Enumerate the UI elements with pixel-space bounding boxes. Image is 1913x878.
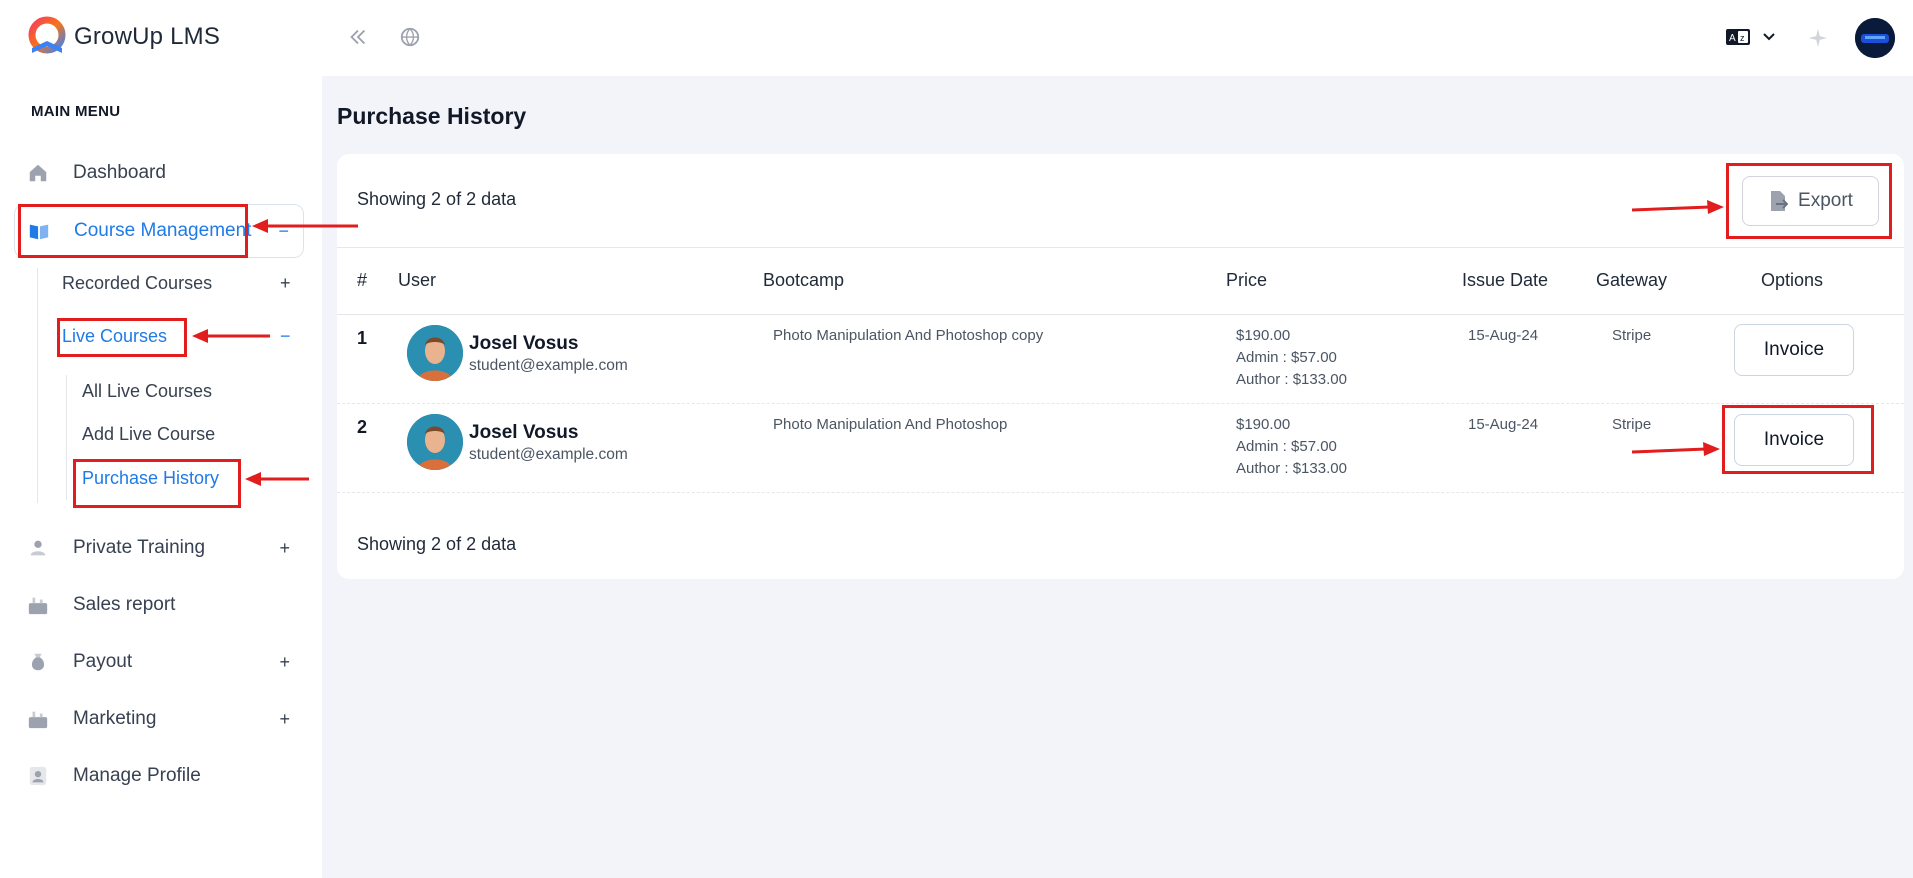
sidebar-item-label: Sales report: [73, 594, 176, 615]
col-header-options: Options: [1761, 270, 1824, 290]
expand-icon[interactable]: +: [279, 652, 290, 673]
sidebar-item-payout[interactable]: Payout +: [14, 639, 304, 685]
collapse-icon[interactable]: −: [280, 326, 291, 347]
price-admin: Admin : $57.00: [1236, 438, 1337, 455]
issue-date: 15-Aug-24: [1468, 327, 1539, 344]
user-avatar: [407, 325, 463, 381]
highlight-box: [1726, 163, 1892, 239]
sidebar-item-add-live-course[interactable]: Add Live Course: [82, 424, 215, 445]
users-icon: [26, 536, 50, 560]
user-name: Josel Vosus: [469, 422, 579, 443]
sidebar-item-label: Manage Profile: [73, 765, 201, 786]
arrow-icon: [1631, 200, 1724, 214]
profile-icon: [26, 764, 50, 788]
col-header-num: #: [357, 270, 368, 290]
globe-icon[interactable]: [399, 26, 421, 53]
svg-text:z: z: [1740, 33, 1745, 43]
user-avatar: [407, 414, 463, 470]
gateway: Stripe: [1612, 416, 1652, 433]
sidebar-item-dashboard[interactable]: Dashboard: [14, 150, 304, 196]
submenu-divider: [66, 375, 67, 500]
col-header-issue-date: Issue Date: [1462, 270, 1549, 290]
top-bar: Az: [322, 0, 1913, 76]
col-header-user: User: [398, 270, 437, 290]
highlight-box: [57, 318, 187, 357]
sidebar-item-manage-profile[interactable]: Manage Profile: [14, 753, 304, 799]
language-icon[interactable]: Az: [1725, 27, 1751, 52]
user-email: student@example.com: [469, 357, 628, 374]
page-title: Purchase History: [337, 103, 527, 129]
showing-count-bottom: Showing 2 of 2 data: [357, 534, 517, 554]
price-author: Author : $133.00: [1236, 371, 1347, 388]
invoice-button[interactable]: Invoice: [1734, 324, 1854, 376]
expand-icon[interactable]: +: [279, 538, 290, 559]
sidebar-item-label: Private Training: [73, 537, 206, 558]
app-name: GrowUp LMS: [74, 23, 221, 50]
highlight-box: [18, 204, 248, 258]
table-header-divider: [337, 314, 1904, 315]
logo-icon: [24, 14, 70, 60]
sidebar-item-marketing[interactable]: Marketing +: [14, 696, 304, 742]
user-email: student@example.com: [469, 446, 628, 463]
price-author: Author : $133.00: [1236, 460, 1347, 477]
row-number: 1: [357, 328, 368, 348]
user-name: Josel Vosus: [469, 333, 579, 354]
arrow-icon: [1631, 442, 1720, 456]
sidebar-item-recorded-courses[interactable]: Recorded Courses: [62, 273, 212, 294]
bootcamp-name: Photo Manipulation And Photoshop: [773, 416, 1008, 433]
price-total: $190.00: [1236, 327, 1291, 344]
avatar[interactable]: [1855, 18, 1895, 58]
sidebar-item-label: Marketing: [73, 708, 157, 729]
highlight-box: [73, 459, 241, 508]
menu-heading: MAIN MENU: [31, 103, 121, 120]
expand-icon[interactable]: +: [280, 273, 291, 294]
showing-count-top: Showing 2 of 2 data: [357, 189, 517, 209]
app-logo[interactable]: GrowUp LMS: [24, 14, 220, 60]
highlight-box: [1722, 405, 1874, 474]
sidebar-item-private-training[interactable]: Private Training +: [14, 525, 304, 571]
submenu-divider: [37, 268, 38, 503]
bootcamp-name: Photo Manipulation And Photoshop copy: [773, 327, 1044, 344]
row-number: 2: [357, 417, 368, 437]
chart-icon: [26, 593, 50, 617]
price-admin: Admin : $57.00: [1236, 349, 1337, 366]
col-header-gateway: Gateway: [1596, 270, 1668, 290]
sidebar-item-label: Dashboard: [73, 162, 166, 183]
sidebar-item-all-live-courses[interactable]: All Live Courses: [82, 381, 212, 402]
chart-icon: [26, 707, 50, 731]
col-header-bootcamp: Bootcamp: [763, 270, 845, 290]
row-divider: [337, 492, 1904, 493]
sparkle-icon[interactable]: [1807, 27, 1829, 54]
table-top-divider: [337, 247, 1904, 248]
col-header-price: Price: [1226, 270, 1268, 290]
arrow-icon: [252, 219, 358, 233]
gateway: Stripe: [1612, 327, 1652, 344]
chevron-down-icon[interactable]: [1762, 30, 1776, 49]
collapse-sidebar-icon[interactable]: [347, 26, 369, 53]
row-divider: [337, 403, 1904, 404]
arrow-icon: [245, 472, 309, 486]
price-total: $190.00: [1236, 416, 1291, 433]
sidebar: GrowUp LMS MAIN MENU Dashboard Course Ma…: [0, 0, 322, 878]
home-icon: [26, 161, 50, 185]
sidebar-item-label: Payout: [73, 651, 133, 672]
issue-date: 15-Aug-24: [1468, 416, 1539, 433]
money-bag-icon: [26, 650, 50, 674]
sidebar-item-sales-report[interactable]: Sales report: [14, 582, 304, 628]
expand-icon[interactable]: +: [279, 709, 290, 730]
svg-text:A: A: [1729, 33, 1736, 44]
arrow-icon: [192, 329, 270, 343]
